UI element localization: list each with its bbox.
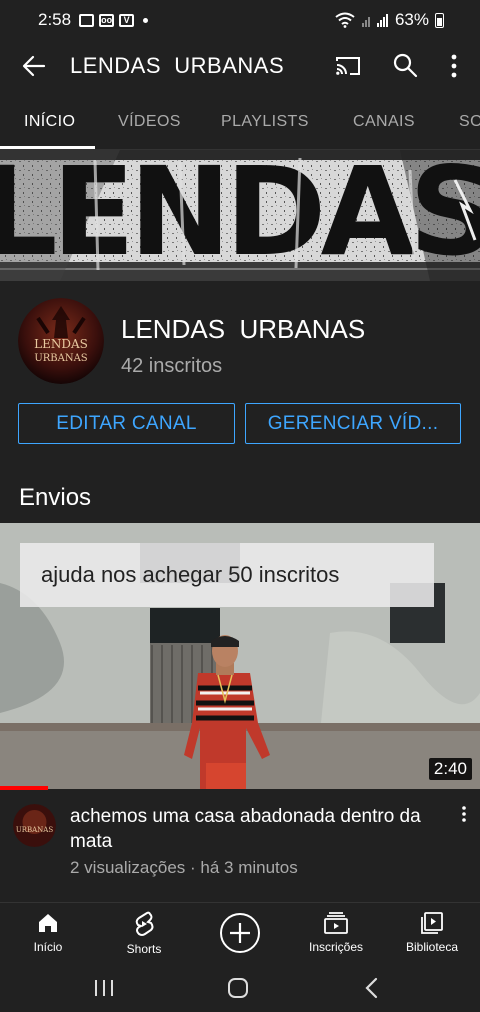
video-meta: 2 visualizações · há 3 minutos xyxy=(70,858,298,877)
thumbnail-caption: ajuda nos achegar 50 inscritos xyxy=(20,543,434,607)
video-avatar-text: URBANAS xyxy=(16,826,54,834)
more-options-icon[interactable] xyxy=(444,51,464,81)
signal-icon xyxy=(361,14,388,27)
channel-avatar[interactable]: LENDAS URBANAS xyxy=(18,298,104,384)
library-icon xyxy=(421,912,443,934)
battery-percent: 63% xyxy=(394,10,429,29)
avatar-text-bottom: URBANAS xyxy=(34,353,87,364)
home-icon xyxy=(39,914,57,932)
tab-channels[interactable]: CANAIS xyxy=(353,113,415,131)
create-icon xyxy=(230,923,250,943)
nav-library[interactable]: Biblioteca xyxy=(384,903,480,963)
more-notifications-icon xyxy=(143,17,149,23)
nav-subscriptions[interactable]: Inscrições xyxy=(288,903,384,963)
create-button[interactable] xyxy=(220,913,260,953)
nav-subscriptions-label: Inscrições xyxy=(308,940,364,954)
manage-videos-button[interactable]: GERENCIAR VÍD... xyxy=(245,403,461,444)
app-bar: LENDAS URBANAS xyxy=(0,40,480,92)
shorts-icon xyxy=(135,911,154,936)
edit-channel-button[interactable]: EDITAR CANAL xyxy=(18,403,235,444)
search-icon[interactable] xyxy=(391,51,419,79)
channel-name: LENDAS URBANAS xyxy=(121,314,366,344)
nav-home-label: Início xyxy=(33,940,63,954)
home-system-icon[interactable] xyxy=(227,977,249,999)
tab-home[interactable]: INÍCIO xyxy=(24,113,75,131)
status-bar: 2:58 oo V 63% xyxy=(0,0,480,40)
watch-progress-bar xyxy=(0,786,48,790)
video-title[interactable]: achemos uma casa abadonada dentro da mat… xyxy=(70,804,450,854)
video-thumbnail[interactable]: ajuda nos achegar 50 inscritos 2:40 xyxy=(0,523,480,789)
avatar-text-top: LENDAS xyxy=(34,337,88,351)
gallery-notification-icon xyxy=(79,13,95,27)
back-arrow-icon[interactable] xyxy=(20,52,48,80)
channel-banner: LENDAS xyxy=(0,150,480,281)
status-time: 2:58 xyxy=(38,10,72,29)
active-tab-indicator xyxy=(0,146,95,149)
tab-community-partial[interactable]: SO xyxy=(459,113,480,131)
recent-apps-icon[interactable] xyxy=(93,978,115,998)
banner-title: LENDAS xyxy=(0,150,480,281)
battery-icon xyxy=(435,12,444,28)
wifi-icon xyxy=(335,12,355,28)
tab-videos[interactable]: VÍDEOS xyxy=(118,113,181,131)
nav-home[interactable]: Início xyxy=(0,903,96,963)
nav-shorts-label: Shorts xyxy=(126,942,162,956)
video-channel-avatar[interactable]: URBANAS xyxy=(13,804,56,847)
voicemail-notification-icon: oo xyxy=(99,13,115,27)
app-notification-icon: V xyxy=(119,13,135,27)
app-bar-title: LENDAS URBANAS xyxy=(70,53,285,78)
cast-icon[interactable] xyxy=(334,52,362,80)
system-navigation-bar xyxy=(0,962,480,1012)
nav-library-label: Biblioteca xyxy=(405,940,459,954)
video-duration-badge: 2:40 xyxy=(428,758,472,780)
video-more-options-icon[interactable] xyxy=(457,804,471,824)
subscriptions-icon xyxy=(324,912,348,934)
back-system-icon[interactable] xyxy=(364,977,380,999)
uploads-section-title: Envios xyxy=(19,484,92,511)
tab-playlists[interactable]: PLAYLISTS xyxy=(221,113,309,131)
bottom-navigation: Início Shorts Inscrições Biblioteca xyxy=(0,902,480,962)
nav-shorts[interactable]: Shorts xyxy=(96,903,192,963)
subscriber-count: 42 inscritos xyxy=(121,355,223,377)
banner-art: LENDAS xyxy=(0,150,480,281)
channel-tabs: INÍCIO VÍDEOS PLAYLISTS CANAIS SO xyxy=(0,96,480,150)
